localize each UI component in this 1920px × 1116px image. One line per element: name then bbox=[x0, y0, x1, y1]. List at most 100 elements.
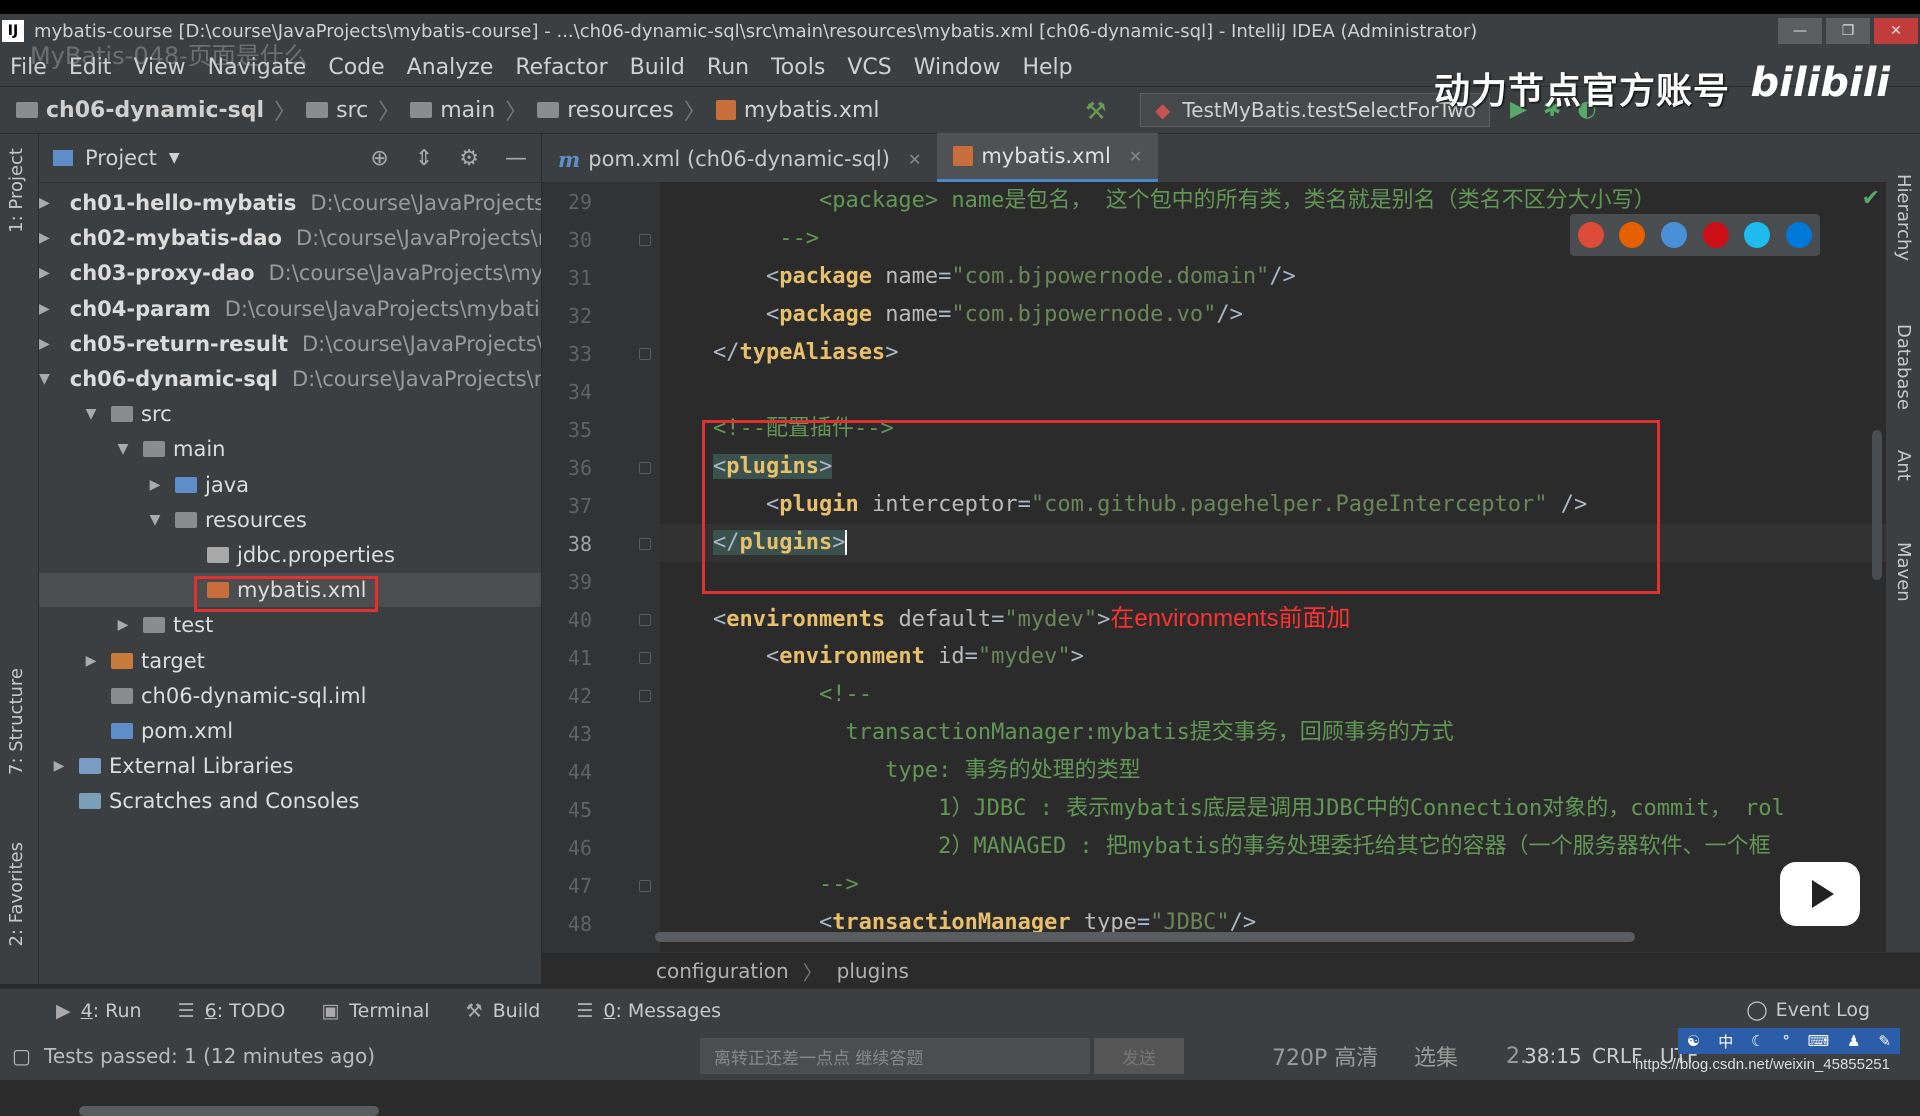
tab-database[interactable]: Database bbox=[1893, 324, 1914, 410]
chevron-down-icon[interactable]: ▼ bbox=[169, 150, 180, 166]
menu-analyze[interactable]: Analyze bbox=[407, 55, 494, 80]
menu-tools[interactable]: Tools bbox=[771, 55, 825, 80]
tab-pom-xml[interactable]: m pom.xml (ch06-dynamic-sql) ✕ bbox=[542, 136, 937, 182]
menu-run[interactable]: Run bbox=[707, 55, 749, 80]
breadcrumb-configuration[interactable]: configuration bbox=[656, 959, 789, 983]
chevron-right-icon[interactable]: ▶ bbox=[39, 301, 50, 317]
ie-icon[interactable] bbox=[1744, 222, 1771, 248]
edge-icon[interactable] bbox=[1786, 222, 1813, 248]
tree-item-ch06-dynamic-sql[interactable]: ▼ ch06-dynamic-sql D:\course\JavaProjects\… bbox=[39, 362, 541, 396]
build-hammer-icon[interactable]: ⚒ bbox=[1085, 97, 1107, 125]
ime-chinese-icon[interactable]: 中 bbox=[1718, 1031, 1733, 1052]
tree-item-ch06-dynamic-sql-iml[interactable]: ch06-dynamic-sql.iml bbox=[39, 679, 541, 713]
project-panel-title[interactable]: Project bbox=[85, 146, 157, 170]
tab-hierarchy[interactable]: Hierarchy bbox=[1893, 174, 1914, 261]
chevron-right-icon[interactable]: ▶ bbox=[39, 230, 50, 246]
close-tab-icon[interactable]: ✕ bbox=[908, 150, 921, 169]
chevron-right-icon[interactable]: ▶ bbox=[51, 758, 67, 774]
chevron-right-icon[interactable]: ▶ bbox=[39, 195, 50, 211]
tree-item-scratches-and-consoles[interactable]: Scratches and Consoles bbox=[39, 784, 541, 818]
tree-item-ch03-proxy-dao[interactable]: ▶ ch03-proxy-dao D:\course\JavaProjects\my… bbox=[39, 256, 541, 290]
fold-marker-icon[interactable] bbox=[639, 538, 651, 550]
tree-item-target[interactable]: ▶ target bbox=[39, 644, 541, 678]
tree-item-jdbc-properties[interactable]: jdbc.properties bbox=[39, 538, 541, 572]
tree-item-resources[interactable]: ▼ resources bbox=[39, 503, 541, 537]
close-button[interactable]: ✕ bbox=[1874, 18, 1918, 44]
tab-favorites[interactable]: 2: Favorites bbox=[6, 842, 27, 947]
tab-ant[interactable]: Ant bbox=[1893, 450, 1914, 481]
safari-icon[interactable] bbox=[1661, 222, 1688, 248]
chrome-icon[interactable] bbox=[1577, 222, 1604, 248]
chevron-right-icon[interactable]: ▶ bbox=[147, 477, 163, 493]
tool-build[interactable]: ⚒ Build bbox=[466, 1000, 541, 1022]
chevron-right-icon[interactable]: ▶ bbox=[115, 617, 131, 633]
ime-tools-icon[interactable]: ✎ bbox=[1878, 1032, 1891, 1050]
ime-logo-icon[interactable]: ☯ bbox=[1687, 1032, 1700, 1050]
tab-structure[interactable]: 7: Structure bbox=[6, 668, 27, 775]
menu-vcs[interactable]: VCS bbox=[847, 55, 891, 80]
tree-item-ch05-return-result[interactable]: ▶ ch05-return-result D:\course\JavaProject… bbox=[39, 327, 541, 361]
tree-item-ch01-hello-mybatis[interactable]: ▶ ch01-hello-mybatis D:\course\JavaProject… bbox=[39, 186, 541, 220]
fold-marker-icon[interactable] bbox=[639, 614, 651, 626]
menu-code[interactable]: Code bbox=[328, 55, 384, 80]
chevron-down-icon[interactable]: ▼ bbox=[147, 512, 163, 528]
ime-moon-icon[interactable]: ☾ bbox=[1751, 1032, 1764, 1050]
chevron-down-icon[interactable]: ▼ bbox=[83, 406, 99, 422]
nav-crumb-file[interactable]: mybatis.xml bbox=[715, 98, 880, 123]
ime-user-icon[interactable]: ♟ bbox=[1847, 1032, 1860, 1050]
nav-crumb-resources[interactable]: resources 〉 bbox=[537, 94, 706, 126]
nav-crumb-main[interactable]: main 〉 bbox=[410, 94, 527, 126]
project-horizontal-scrollbar[interactable] bbox=[79, 1106, 379, 1116]
breadcrumb-plugins[interactable]: plugins bbox=[837, 959, 909, 983]
fold-marker-icon[interactable] bbox=[639, 462, 651, 474]
tool-messages[interactable]: ☰ 0: Messages bbox=[576, 1000, 721, 1022]
tab-mybatis-xml[interactable]: mybatis.xml ✕ bbox=[937, 133, 1159, 182]
menu-refactor[interactable]: Refactor bbox=[515, 55, 607, 80]
tool-terminal[interactable]: ▣ Terminal bbox=[321, 1000, 429, 1022]
collapse-all-icon[interactable]: ⇕ bbox=[415, 146, 433, 171]
tool-todo[interactable]: ☰ 6: TODO bbox=[178, 1000, 286, 1022]
tab-project[interactable]: 1: Project bbox=[6, 148, 27, 233]
close-tab-icon[interactable]: ✕ bbox=[1129, 147, 1142, 166]
menu-window[interactable]: Window bbox=[914, 55, 1001, 80]
chevron-right-icon[interactable]: ▶ bbox=[39, 336, 50, 352]
chevron-right-icon[interactable]: ▶ bbox=[39, 265, 50, 281]
fold-marker-icon[interactable] bbox=[639, 348, 651, 360]
test-status[interactable]: Tests passed: 1 (12 minutes ago) bbox=[44, 1044, 375, 1068]
tool-run[interactable]: ▶ 4: Run bbox=[56, 1000, 142, 1022]
tree-item-java[interactable]: ▶ java bbox=[39, 468, 541, 502]
minimize-button[interactable]: — bbox=[1778, 18, 1822, 44]
locate-icon[interactable]: ⊕ bbox=[370, 146, 388, 171]
quality-selector[interactable]: 720P 高清 bbox=[1272, 1032, 1378, 1080]
danmaku-send-button[interactable]: 发送 bbox=[1094, 1038, 1184, 1074]
hide-icon[interactable]: — bbox=[505, 146, 527, 171]
tree-item-test[interactable]: ▶ test bbox=[39, 608, 541, 642]
tree-item-external-libraries[interactable]: ▶ External Libraries bbox=[39, 749, 541, 783]
chevron-down-icon[interactable]: ▼ bbox=[115, 441, 131, 457]
video-play-button[interactable] bbox=[1780, 862, 1860, 926]
nav-crumb-src[interactable]: src 〉 bbox=[306, 94, 400, 126]
tree-item-ch02-mybatis-dao[interactable]: ▶ ch02-mybatis-dao D:\course\JavaProjects\… bbox=[39, 221, 541, 255]
opera-icon[interactable] bbox=[1702, 222, 1729, 248]
fold-marker-icon[interactable] bbox=[639, 234, 651, 246]
menu-build[interactable]: Build bbox=[630, 55, 685, 80]
ime-keyboard-icon[interactable]: ⌨ bbox=[1808, 1032, 1830, 1050]
fold-marker-icon[interactable] bbox=[639, 880, 651, 892]
status-toggle-icon[interactable]: ▢ bbox=[12, 1044, 31, 1068]
tree-item-ch04-param[interactable]: ▶ ch04-param D:\course\JavaProjects\mybati… bbox=[39, 292, 541, 326]
episodes-button[interactable]: 选集 bbox=[1414, 1032, 1458, 1080]
event-log-button[interactable]: ◯ Event Log bbox=[1746, 999, 1870, 1021]
menu-help[interactable]: Help bbox=[1022, 55, 1072, 80]
firefox-icon[interactable] bbox=[1619, 222, 1646, 248]
editor-vertical-scrollbar[interactable] bbox=[1872, 430, 1882, 580]
editor-horizontal-scrollbar[interactable] bbox=[655, 932, 1635, 942]
nav-crumb-project[interactable]: ch06-dynamic-sql 〉 bbox=[16, 94, 296, 126]
chevron-right-icon[interactable]: ▶ bbox=[83, 653, 99, 669]
tree-item-main[interactable]: ▼ main bbox=[39, 432, 541, 466]
tab-maven[interactable]: Maven bbox=[1893, 542, 1914, 602]
chevron-down-icon[interactable]: ▼ bbox=[39, 371, 50, 387]
tree-item-src[interactable]: ▼ src bbox=[39, 397, 541, 431]
ime-punct-icon[interactable]: ° bbox=[1782, 1032, 1790, 1050]
fold-marker-icon[interactable] bbox=[639, 652, 651, 664]
tree-item-pom-xml[interactable]: pom.xml bbox=[39, 714, 541, 748]
